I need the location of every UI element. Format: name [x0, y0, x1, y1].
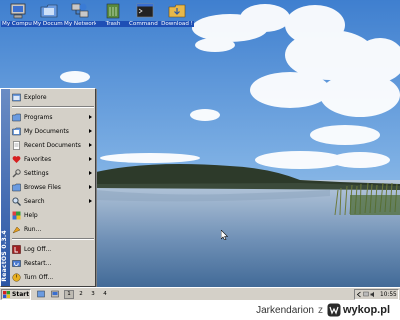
- menu-item-label: Restart...: [24, 260, 52, 267]
- programs-icon: [12, 113, 21, 122]
- terminal-icon: [136, 3, 154, 18]
- menu-item-my-documents[interactable]: My Documents: [11, 126, 95, 137]
- menu-item-label: Log Off...: [24, 246, 52, 253]
- menu-item-favorites[interactable]: Favorites: [11, 154, 95, 165]
- wykop-logo-icon: [327, 303, 341, 317]
- start-menu-banner-text: ReactOS 0.3.4: [1, 230, 8, 282]
- workspace-2-button[interactable]: 2: [76, 290, 86, 299]
- desktop-icon-download[interactable]: Download !: [160, 2, 194, 28]
- desktop-icon-command-prompt[interactable]: Command Prompt: [128, 2, 162, 28]
- settings-icon: [12, 169, 21, 178]
- network-icon: [71, 3, 89, 18]
- recent-documents-icon: [13, 141, 20, 150]
- menu-item-label: Programs: [24, 114, 53, 121]
- my-documents-icon: [12, 127, 21, 136]
- watermark-strip: Jarkendarion z wykop.pl: [0, 300, 400, 320]
- tray-chevron-icon[interactable]: [356, 291, 362, 298]
- watermark-separator: z: [317, 304, 323, 316]
- system-tray: 10:55: [354, 289, 399, 300]
- menu-item-search[interactable]: Search: [11, 196, 95, 207]
- watermark-username: Jarkendarion: [256, 304, 314, 316]
- desktop-icon-my-network[interactable]: My Network...: [63, 2, 97, 28]
- menu-separator: [12, 106, 94, 108]
- mouse-cursor-icon: [221, 230, 228, 240]
- submenu-arrow-icon: [89, 129, 92, 133]
- browse-files-icon: [12, 183, 21, 192]
- clock[interactable]: 10:55: [380, 292, 397, 298]
- favorites-icon: [12, 156, 21, 163]
- workspace-1-button[interactable]: 1: [64, 290, 74, 299]
- desktop-icon-label: My Docume...: [32, 21, 66, 28]
- help-icon: [12, 211, 21, 220]
- menu-item-label: Explore: [24, 94, 47, 101]
- menu-item-help[interactable]: Help: [11, 210, 95, 221]
- watermark-site: wykop.pl: [342, 304, 390, 316]
- desktop-icon-label: My Computer: [1, 21, 35, 28]
- menu-item-label: Turn Off...: [24, 274, 54, 281]
- volume-icon[interactable]: [370, 291, 376, 298]
- run-icon: [12, 226, 21, 234]
- workspace-4-button[interactable]: 4: [100, 290, 110, 299]
- taskbar: Start 1 2 3 4 10:55: [0, 287, 400, 300]
- menu-item-label: Favorites: [24, 156, 52, 163]
- explore-icon: [12, 93, 21, 102]
- workspace-3-button[interactable]: 3: [88, 290, 98, 299]
- submenu-arrow-icon: [89, 157, 92, 161]
- submenu-arrow-icon: [89, 171, 92, 175]
- menu-separator: [12, 238, 94, 240]
- download-icon: [168, 4, 186, 18]
- trash-icon: [106, 3, 120, 19]
- log-off-icon: [12, 245, 21, 254]
- menu-item-explore[interactable]: Explore: [11, 92, 95, 103]
- desktop-icon-label: Download !: [160, 21, 194, 28]
- menu-item-label: Recent Documents: [24, 142, 81, 149]
- start-menu-banner: ReactOS 0.3.4: [1, 89, 10, 286]
- desktop-icon-my-computer[interactable]: My Computer: [1, 2, 35, 28]
- turn-off-icon: [12, 273, 21, 282]
- show-desktop-icon[interactable]: [37, 290, 45, 298]
- file-browser-icon[interactable]: [51, 290, 59, 298]
- menu-item-turn-off[interactable]: Turn Off...: [11, 272, 95, 283]
- desktop-icon-label: Trash: [96, 21, 130, 28]
- menu-item-recent-documents[interactable]: Recent Documents: [11, 140, 95, 151]
- desktop-icon-my-documents[interactable]: My Docume...: [32, 2, 66, 28]
- menu-item-log-off[interactable]: Log Off...: [11, 244, 95, 255]
- start-button-label: Start: [12, 291, 30, 298]
- submenu-arrow-icon: [89, 185, 92, 189]
- menu-item-label: Search: [24, 198, 45, 205]
- menu-item-browse-files[interactable]: Browse Files: [11, 182, 95, 193]
- restart-icon: [12, 260, 21, 267]
- menu-item-label: My Documents: [24, 128, 69, 135]
- desktop-icon-trash[interactable]: Trash: [96, 2, 130, 28]
- menu-item-label: Settings: [24, 170, 49, 177]
- submenu-arrow-icon: [89, 115, 92, 119]
- computer-icon: [10, 3, 26, 19]
- desktop-icon-label: Command Prompt: [128, 21, 162, 28]
- menu-item-restart[interactable]: Restart...: [11, 258, 95, 269]
- menu-item-settings[interactable]: Settings: [11, 168, 95, 179]
- search-icon: [12, 197, 21, 206]
- menu-item-label: Run...: [24, 226, 42, 233]
- start-button[interactable]: Start: [1, 289, 31, 300]
- menu-item-run[interactable]: Run...: [11, 224, 95, 235]
- menu-item-programs[interactable]: Programs: [11, 112, 95, 123]
- start-logo-icon: [3, 291, 10, 298]
- desktop-icon-label: My Network...: [63, 21, 97, 28]
- documents-folder-icon: [40, 4, 58, 18]
- submenu-arrow-icon: [89, 199, 92, 203]
- network-tray-icon[interactable]: [363, 291, 369, 298]
- menu-item-label: Help: [24, 212, 38, 219]
- submenu-arrow-icon: [89, 143, 92, 147]
- start-menu[interactable]: ReactOS 0.3.4 Explore Programs My Docume…: [0, 88, 96, 287]
- menu-item-label: Browse Files: [24, 184, 61, 191]
